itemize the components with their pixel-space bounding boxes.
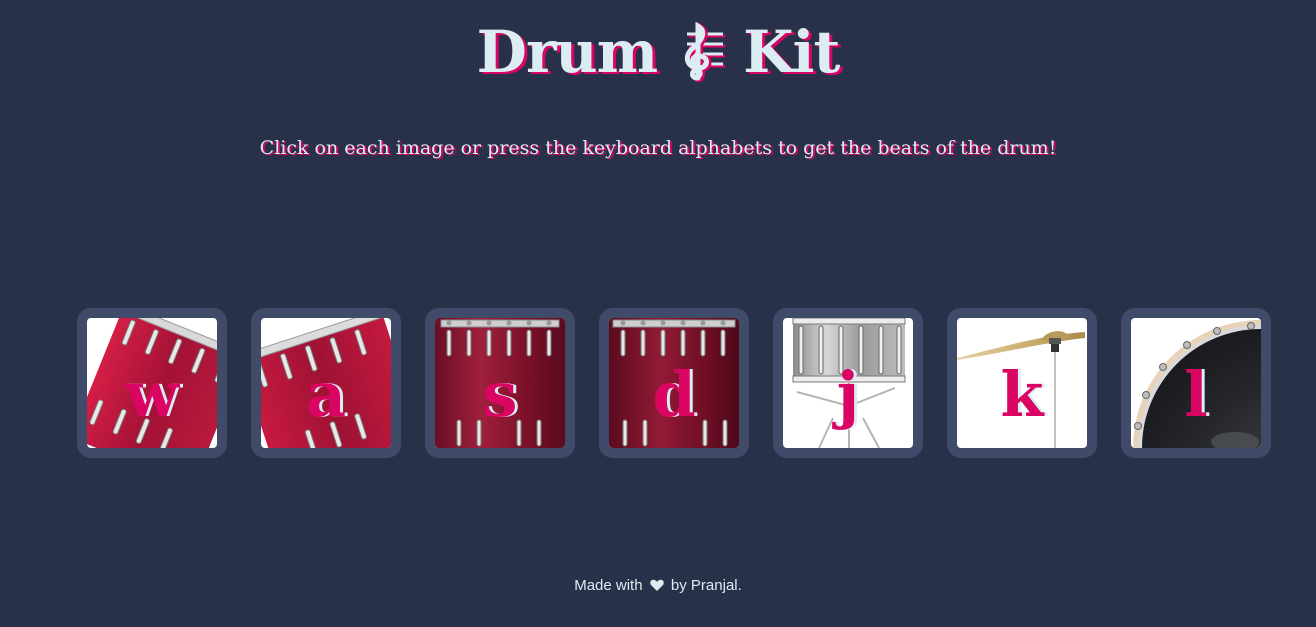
heart-icon xyxy=(650,579,664,591)
drum-image-l: l xyxy=(1131,318,1261,448)
footer-author: by Pranjal. xyxy=(670,577,742,594)
drum-key-a: a xyxy=(305,358,347,431)
drum-image-j: j xyxy=(783,318,913,448)
drum-button-k[interactable]: k xyxy=(947,308,1097,458)
drum-button-l[interactable]: l xyxy=(1121,308,1271,458)
footer: Made with by Pranjal. xyxy=(0,577,1316,594)
drum-image-w: w xyxy=(87,318,217,448)
instructions-text: Click on each image or press the keyboar… xyxy=(259,137,1057,159)
drum-key-w: w xyxy=(125,358,179,431)
drum-button-j[interactable]: j xyxy=(773,308,923,458)
drum-button-s[interactable]: s xyxy=(425,308,575,458)
footer-made-with: Made with xyxy=(574,577,643,594)
drum-set: w a s d j k l xyxy=(77,308,1271,458)
drum-key-l: l xyxy=(1184,358,1208,431)
title-right: Kit xyxy=(743,18,840,86)
treble-clef-icon xyxy=(684,22,726,82)
page-title: Drum Kit xyxy=(476,18,841,86)
title-left: Drum xyxy=(476,18,658,86)
drum-button-d[interactable]: d xyxy=(599,308,749,458)
drum-image-s: s xyxy=(435,318,565,448)
drum-key-j: j xyxy=(836,358,860,431)
drum-image-k: k xyxy=(957,318,1087,448)
drum-key-k: k xyxy=(1000,358,1044,431)
drum-key-d: d xyxy=(652,358,696,431)
drum-button-a[interactable]: a xyxy=(251,308,401,458)
page-header: Drum Kit xyxy=(0,18,1316,98)
drum-image-d: d xyxy=(609,318,739,448)
drum-image-a: a xyxy=(261,318,391,448)
drum-key-s: s xyxy=(482,358,518,431)
drum-button-w[interactable]: w xyxy=(77,308,227,458)
